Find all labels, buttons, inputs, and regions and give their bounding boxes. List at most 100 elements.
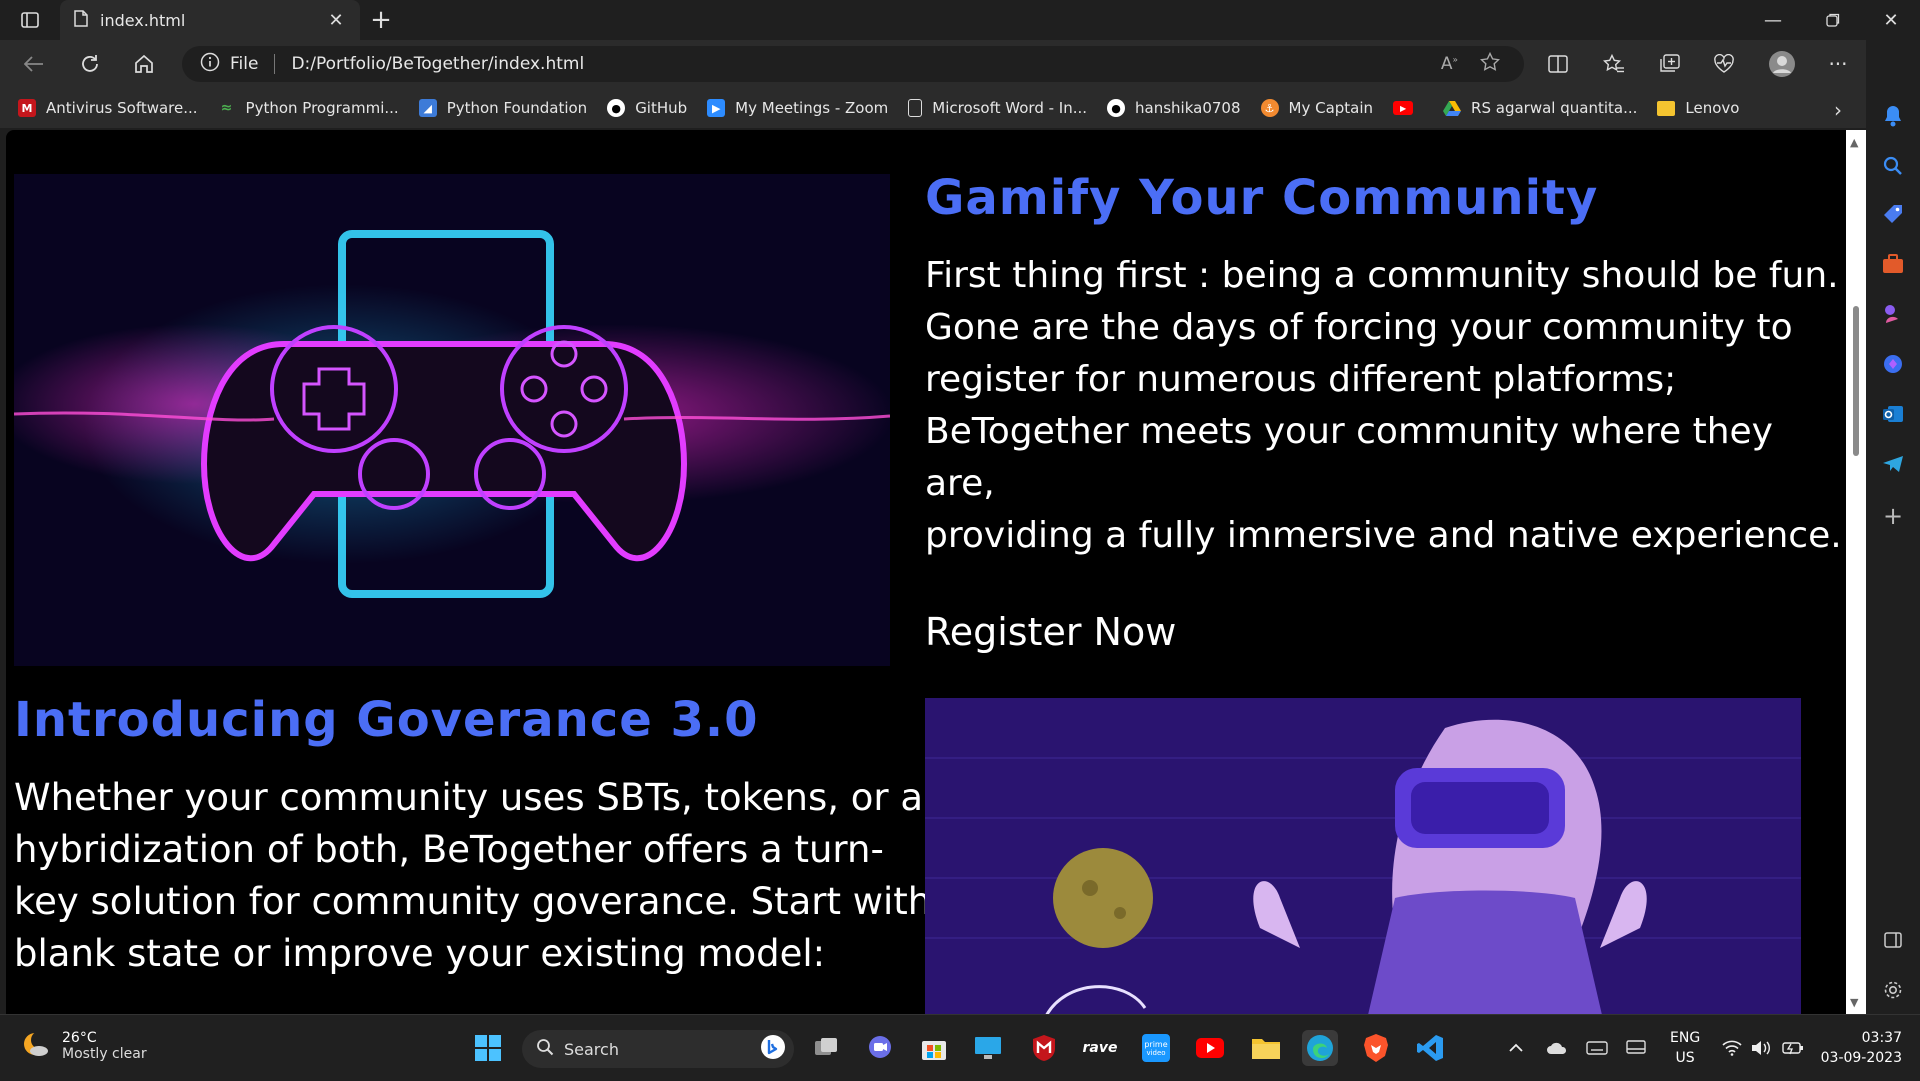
refresh-icon[interactable]: [72, 48, 108, 80]
add-sidebar-app-icon[interactable]: +: [1879, 502, 1907, 530]
new-tab-button[interactable]: +: [366, 5, 396, 35]
fav-hanshika0708[interactable]: ● hanshika0708: [1107, 99, 1241, 117]
hide-sidebar-icon[interactable]: [1879, 926, 1907, 954]
back-icon[interactable]: [16, 48, 52, 80]
display-icon[interactable]: [1626, 1015, 1646, 1081]
sidebar-settings-gear-icon[interactable]: [1879, 976, 1907, 1004]
favorite-star-icon[interactable]: [1479, 51, 1501, 76]
region-code: US: [1675, 1050, 1695, 1066]
profile-avatar[interactable]: [1764, 48, 1800, 80]
keyboard-icon[interactable]: [1586, 1015, 1608, 1081]
copilot-app-icon[interactable]: [1879, 350, 1907, 378]
weather-temperature: 26°C: [62, 1030, 97, 1046]
tab-index-html[interactable]: index.html ✕: [60, 0, 360, 40]
document-icon: [908, 99, 923, 117]
fav-github[interactable]: ● GitHub: [607, 99, 687, 117]
favorites-overflow-chevron-icon[interactable]: ›: [1834, 98, 1842, 122]
address-scheme-label: File: [230, 54, 259, 74]
more-options-icon[interactable]: ···: [1820, 48, 1856, 80]
youtube-taskbar-icon[interactable]: [1192, 1030, 1228, 1066]
microsoft-store-icon[interactable]: [916, 1030, 952, 1066]
collections-icon[interactable]: [1652, 48, 1688, 80]
outlook-icon[interactable]: [1879, 400, 1907, 428]
mcafee-icon: M: [18, 99, 36, 117]
file-explorer-icon[interactable]: [1248, 1030, 1284, 1066]
github-icon: ●: [607, 99, 626, 117]
address-separator: [274, 54, 276, 74]
language-indicator[interactable]: ENG US: [1670, 1028, 1700, 1068]
python-programming-icon: ≈: [220, 100, 233, 116]
url-text[interactable]: D:/Portfolio/BeTogether/index.html: [291, 54, 584, 74]
language-code: ENG: [1670, 1030, 1701, 1046]
close-window-icon[interactable]: ✕: [1862, 0, 1920, 40]
address-bar[interactable]: File D:/Portfolio/BeTogether/index.html …: [182, 46, 1524, 82]
notifications-bell-icon[interactable]: [1879, 102, 1907, 130]
governance-line: hybridization of both, BeTogether offers…: [14, 828, 884, 871]
read-aloud-icon[interactable]: A»: [1441, 54, 1458, 74]
tab-actions-icon[interactable]: [16, 8, 44, 32]
governance-heading: Introducing Goverance 3.0: [14, 692, 759, 748]
onedrive-cloud-icon[interactable]: [1546, 1015, 1568, 1081]
weather-widget[interactable]: 26°C Mostly clear: [22, 1029, 147, 1063]
task-view-icon[interactable]: [808, 1030, 844, 1066]
page-scrollbar[interactable]: ▲ ▼: [1846, 130, 1866, 1014]
battery-icon[interactable]: [1782, 1015, 1804, 1081]
fav-microsoft-word[interactable]: Microsoft Word - In...: [908, 99, 1087, 117]
edge-sidebar: +: [1866, 40, 1920, 1014]
page-viewport: Gamify Your Community First thing first …: [6, 130, 1846, 1014]
tools-briefcase-icon[interactable]: [1879, 250, 1907, 278]
telegram-send-icon[interactable]: [1879, 450, 1907, 478]
mcafee-taskbar-icon[interactable]: [1026, 1030, 1062, 1066]
governance-line: key solution for community goverance. St…: [14, 880, 966, 923]
fav-zoom[interactable]: ▶ My Meetings - Zoom: [707, 99, 888, 117]
clock-time: 03:37: [1861, 1030, 1902, 1046]
register-now-link[interactable]: Register Now: [925, 610, 1176, 654]
fav-python-foundation[interactable]: ◢ Python Foundation: [418, 99, 587, 117]
remote-desktop-icon[interactable]: [970, 1030, 1006, 1066]
moon-weather-icon: [22, 1029, 52, 1063]
brave-browser-icon[interactable]: [1358, 1030, 1394, 1066]
home-icon[interactable]: [126, 48, 162, 80]
youtube-icon: ▶: [1393, 101, 1414, 115]
gamify-line: Gone are the days of forcing your commun…: [925, 307, 1793, 348]
taskbar-search-label: Search: [564, 1039, 619, 1059]
governance-line: Whether your community uses SBTs, tokens…: [14, 776, 924, 819]
close-tab-icon[interactable]: ✕: [326, 10, 346, 31]
scroll-down-arrow-icon[interactable]: ▼: [1850, 996, 1858, 1009]
search-icon[interactable]: [1879, 152, 1907, 180]
split-screen-icon[interactable]: [1540, 48, 1576, 80]
scroll-up-arrow-icon[interactable]: ▲: [1850, 136, 1858, 149]
rave-icon[interactable]: rave: [1082, 1030, 1118, 1066]
prime-video-icon[interactable]: prime video: [1138, 1030, 1174, 1066]
browser-essentials-icon[interactable]: [1706, 48, 1742, 80]
fav-antivirus[interactable]: M Antivirus Software...: [18, 99, 198, 117]
fav-my-captain[interactable]: ⚓ My Captain: [1260, 99, 1373, 117]
restore-icon[interactable]: [1804, 0, 1862, 40]
clock-date: 03-09-2023: [1820, 1050, 1902, 1066]
teams-chat-icon[interactable]: [862, 1030, 898, 1066]
svg-text:video: video: [1146, 1049, 1165, 1057]
vscode-icon[interactable]: [1412, 1030, 1448, 1066]
wifi-icon[interactable]: [1722, 1015, 1742, 1081]
scrollbar-thumb[interactable]: [1853, 306, 1859, 456]
tray-overflow-chevron-icon[interactable]: [1508, 1015, 1524, 1081]
taskbar-search-icon: [536, 1038, 554, 1060]
minimize-icon[interactable]: —: [1744, 0, 1802, 40]
shopping-tag-icon[interactable]: [1879, 200, 1907, 228]
title-bar: index.html ✕ + — ✕: [0, 0, 1920, 40]
fav-python-programming[interactable]: ≈ Python Programmi...: [218, 99, 399, 117]
windows-start-icon[interactable]: [470, 1030, 506, 1066]
fav-youtube[interactable]: ▶: [1393, 101, 1423, 115]
gamify-heading: Gamify Your Community: [925, 170, 1599, 226]
gamify-paragraph: First thing first : being a community sh…: [925, 250, 1846, 562]
games-icon[interactable]: [1879, 300, 1907, 328]
edge-browser-icon[interactable]: [1302, 1030, 1338, 1066]
info-icon[interactable]: [200, 52, 220, 76]
tab-title: index.html: [100, 10, 186, 30]
favorites-icon[interactable]: [1596, 48, 1632, 80]
taskbar-search-box[interactable]: Search: [522, 1030, 794, 1068]
volume-icon[interactable]: [1750, 1015, 1772, 1081]
fav-rs-agarwal[interactable]: RS agarwal quantita...: [1443, 99, 1637, 117]
system-clock[interactable]: 03:37 03-09-2023: [1821, 1028, 1902, 1068]
fav-lenovo[interactable]: Lenovo: [1657, 99, 1739, 117]
